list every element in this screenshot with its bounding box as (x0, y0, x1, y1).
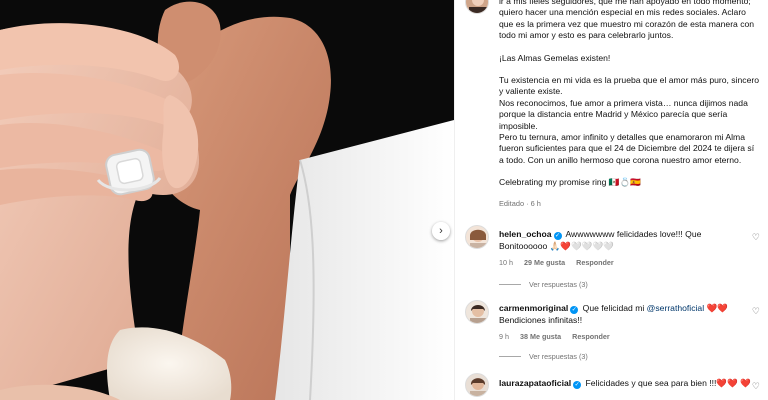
avatar-helen[interactable] (465, 225, 489, 249)
comment-1-like-button[interactable]: ♡ (752, 232, 760, 243)
comment-1-time[interactable]: 10 h (499, 258, 513, 267)
comment-1-view-replies[interactable]: Ver respuestas (3) (499, 280, 588, 289)
comment-1-reply-button[interactable]: Responder (576, 258, 614, 267)
comment-3-text: Felicidades y que sea para bien !!!❤️❤️ … (585, 378, 751, 388)
comment-2-text-pre: Que felicidad mi (582, 303, 647, 313)
chevron-right-icon: › (439, 224, 443, 237)
comment-2-username[interactable]: carmenmoriginal (499, 303, 568, 313)
caption-text-2: ¡Las Almas Gemelas existen! (499, 52, 611, 63)
hands-ring-image (0, 0, 454, 400)
post-photo: › (0, 0, 454, 400)
replies-divider (499, 356, 521, 357)
comment-1-likes[interactable]: 29 Me gusta (524, 258, 565, 267)
caption-edited-time: Editado · 6 h (499, 198, 541, 208)
comment-1-username[interactable]: helen_ochoa (499, 229, 552, 239)
comment-1: helen_ochoa ✓ Awwwwwww felicidades love!!… (499, 228, 751, 269)
comment-2: carmenmoriginal ✓ Que felicidad mi @serra… (499, 302, 751, 343)
comment-2-replies-label: Ver respuestas (3) (529, 352, 588, 361)
comments-panel[interactable]: ir a mis fieles seguidores, que me han a… (454, 0, 768, 400)
caption-text-1: ir a mis fieles seguidores, que me han a… (499, 0, 755, 41)
avatar-carmen[interactable] (465, 300, 489, 324)
comment-3: laurazapataoficial ✓ Felicidades y que se… (499, 377, 751, 389)
replies-divider (499, 284, 521, 285)
comment-3-username[interactable]: laurazapataoficial (499, 378, 571, 388)
comment-2-view-replies[interactable]: Ver respuestas (3) (499, 352, 588, 361)
verified-badge-icon: ✓ (570, 306, 579, 314)
verified-badge-icon: ✓ (553, 232, 562, 240)
comment-2-reply-button[interactable]: Responder (572, 332, 610, 341)
comment-2-like-button[interactable]: ♡ (752, 306, 760, 317)
comment-1-replies-label: Ver respuestas (3) (529, 280, 588, 289)
verified-badge-icon: ✓ (573, 381, 582, 389)
heart-outline-icon: ♡ (751, 232, 760, 242)
comment-3-like-button[interactable]: ♡ (752, 381, 760, 392)
heart-outline-icon: ♡ (751, 381, 760, 391)
avatar-laura[interactable] (465, 373, 489, 397)
comment-2-mention-link[interactable]: @serrathoficial (647, 303, 704, 313)
caption-text-6: Celebrating my promise ring 🇲🇽💍🇪🇸 (499, 177, 641, 188)
caption-avatar[interactable] (465, 0, 489, 14)
comment-2-time[interactable]: 9 h (499, 332, 509, 341)
caption-text-3: Tu existencia en mi vida es la prueba qu… (499, 75, 760, 97)
next-photo-button[interactable]: › (432, 222, 450, 240)
heart-outline-icon: ♡ (751, 306, 760, 316)
caption-text-5: Pero tu ternura, amor infinito y detalle… (499, 132, 755, 165)
caption-text-4: Nos reconocimos, fue amor a primera vist… (499, 97, 748, 131)
comment-2-likes[interactable]: 38 Me gusta (520, 332, 561, 341)
post-caption: ir a mis fieles seguidores, que me han a… (499, 0, 761, 209)
